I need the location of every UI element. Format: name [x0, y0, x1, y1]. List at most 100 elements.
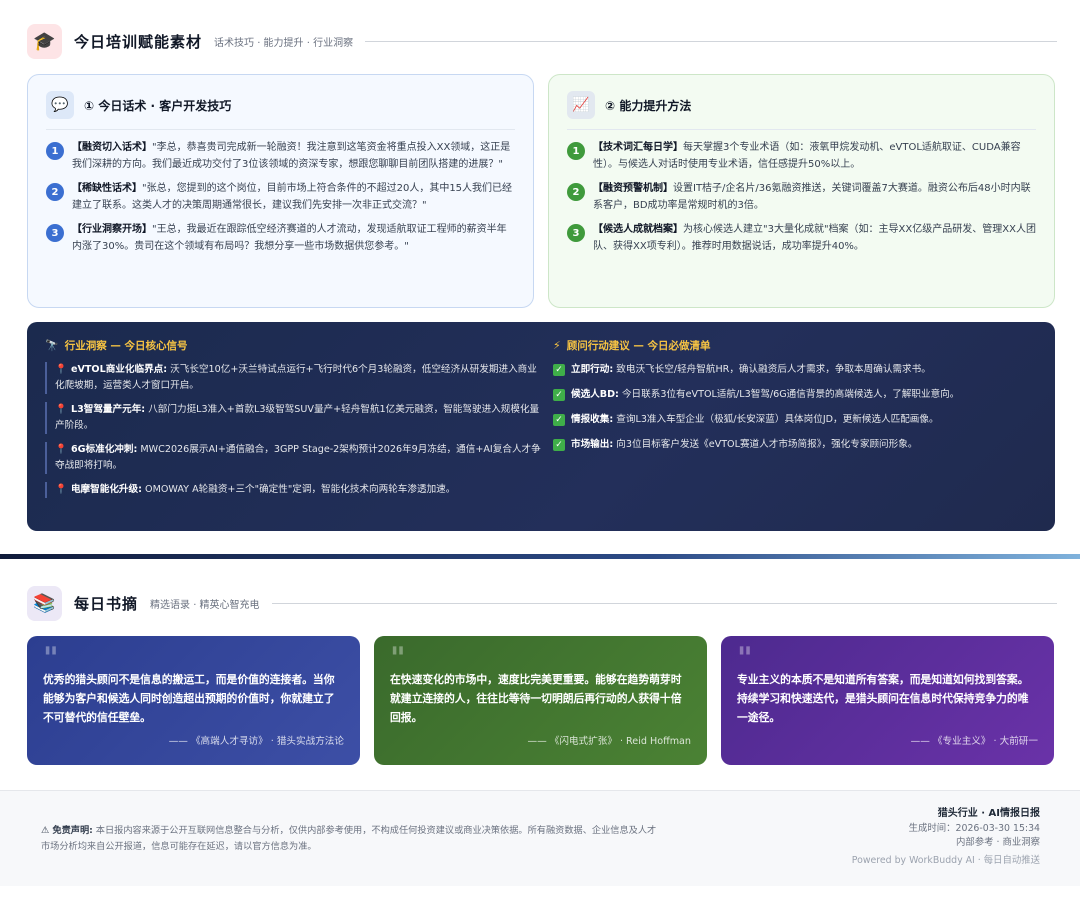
number-badge: 1 — [567, 142, 585, 160]
insight-item: 📍 L3智驾量产元年: 八部门力挺L3准入+首款L3级智驾SUV量产+轻舟智航1亿… — [45, 402, 545, 434]
quote-card: " 在快速变化的市场中，速度比完美更重要。能够在趋势萌芽时就建立连接的人，往往比… — [374, 636, 707, 765]
training-header: 🎓 今日培训赋能素材 话术技巧 · 能力提升 · 行业洞察 — [27, 24, 1057, 59]
quote-source: —— 《专业主义》 · 大前研一 — [910, 736, 1038, 747]
footer: ⚠ 免责声明: 本日报内容来源于公开互联网信息整合与分析，仅供内部参考使用，不构… — [0, 790, 1080, 886]
advice-text: 查询L3准入车型企业（极狐/长安深蓝）具体岗位JD，更新候选人匹配画像。 — [616, 414, 939, 425]
item-tag: 【融资切入话术】 — [72, 142, 152, 153]
number-badge: 3 — [567, 224, 585, 242]
quote-source: —— 《闪电式扩张》 · Reid Hoffman — [527, 736, 691, 747]
footer-meta: 猎头行业 · AI情报日报 生成时间：2026-03-30 15:34 内部参考… — [852, 807, 1040, 868]
training-subtitle: 话术技巧 · 能力提升 · 行业洞察 — [214, 38, 354, 49]
lightning-icon: ⚡ — [553, 339, 561, 352]
item-tag: 【行业洞察开场】 — [72, 224, 152, 235]
scripts-card-header: 💬 ① 今日话术 · 客户开发技巧 — [46, 91, 515, 130]
insight-item: 📍 电摩智能化升级: OMOWAY A轮融资+三个"确定性"定调，智能化技术向两轮… — [45, 482, 545, 498]
training-title: 今日培训赋能素材 — [74, 33, 203, 51]
advice-item: ✓ 立即行动: 致电沃飞长空/轻舟智航HR，确认融资后人才需求，争取本周确认需求书… — [553, 362, 1033, 378]
quote-mark-icon: " — [43, 641, 59, 676]
list-item: 1 【技术词汇每日学】每天掌握3个专业术语（如：液氧甲烷发动机、eVTOL适航取… — [567, 140, 1036, 173]
item-tag: 【候选人成就档案】 — [593, 224, 683, 235]
insight-column: 🔭 行业洞察 — 今日核心信号 📍 eVTOL商业化临界点: 沃飞长空10亿+沃兰… — [45, 338, 545, 506]
generated-time: 生成时间：2026-03-30 15:34 — [908, 822, 1040, 834]
number-badge: 2 — [567, 183, 585, 201]
number-badge: 1 — [46, 142, 64, 160]
chart-trend-icon: 📈 — [567, 91, 595, 119]
quote-source: —— 《高端人才寻访》 · 猎头实战方法论 — [168, 736, 344, 747]
insight-item: 📍 6G标准化冲刺: MWC2026展示AI+通信融合，3GPP Stage-2架… — [45, 442, 545, 474]
insight-panel: 🔭 行业洞察 — 今日核心信号 📍 eVTOL商业化临界点: 沃飞长空10亿+沃兰… — [27, 322, 1055, 531]
advice-heading: ⚡ 顾问行动建议 — 今日必做清单 — [553, 338, 1033, 353]
books-subtitle: 精选语录 · 精英心智充电 — [150, 600, 260, 611]
insight-tag: eVTOL商业化临界点: — [70, 364, 168, 375]
quote-mark-icon: " — [737, 641, 753, 676]
insight-item: 📍 eVTOL商业化临界点: 沃飞长空10亿+沃兰特试点运行+飞行时代6个月3轮融… — [45, 362, 545, 394]
insight-heading: 🔭 行业洞察 — 今日核心信号 — [45, 338, 545, 353]
checkbox-icon: ✓ — [553, 364, 565, 376]
advice-text: 今日联系3位有eVTOL适航/L3智驾/6G通信背景的高端候选人，了解职业意向。 — [621, 389, 960, 400]
books-title: 每日书摘 — [74, 595, 139, 613]
books-header: 📚 每日书摘 精选语录 · 精英心智充电 — [27, 586, 1057, 621]
speech-bubble-icon: 💬 — [46, 91, 74, 119]
disclaimer: ⚠ 免责声明: 本日报内容来源于公开互联网信息整合与分析，仅供内部参考使用，不构… — [41, 823, 661, 855]
quote-mark-icon: " — [390, 641, 406, 676]
checkbox-icon: ✓ — [553, 389, 565, 401]
skills-card-title: ② 能力提升方法 — [605, 98, 692, 113]
graduation-cap-icon: 🎓 — [27, 24, 62, 59]
item-text: 【行业洞察开场】"王总，我最近在跟踪低空经济赛道的人才流动，发现适航取证工程师的… — [72, 222, 515, 255]
quote-card: " 专业主义的本质不是知道所有答案，而是知道如何找到答案。持续学习和快速迭代，是… — [721, 636, 1054, 765]
books-icon: 📚 — [27, 586, 62, 621]
advice-item: ✓ 候选人BD: 今日联系3位有eVTOL适航/L3智驾/6G通信背景的高端候选人… — [553, 387, 1033, 403]
advice-item: ✓ 情报收集: 查询L3准入车型企业（极狐/长安深蓝）具体岗位JD，更新候选人匹配… — [553, 412, 1033, 428]
advice-tag: 立即行动: — [571, 364, 614, 375]
list-item: 2 【稀缺性话术】"张总，您提到的这个岗位，目前市场上符合条件的不超过20人，其… — [46, 181, 515, 214]
list-item: 3 【行业洞察开场】"王总，我最近在跟踪低空经济赛道的人才流动，发现适航取证工程… — [46, 222, 515, 255]
scripts-card-title: ① 今日话术 · 客户开发技巧 — [84, 98, 232, 113]
advice-column: ⚡ 顾问行动建议 — 今日必做清单 ✓ 立即行动: 致电沃飞长空/轻舟智航HR，确… — [553, 338, 1033, 462]
insight-tag: 电摩智能化升级: — [70, 484, 142, 495]
insight-title: 行业洞察 — 今日核心信号 — [64, 340, 188, 352]
checkbox-icon: ✓ — [553, 414, 565, 426]
list-item: 1 【融资切入话术】"李总，恭喜贵司完成新一轮融资！我注意到这笔资金将重点投入X… — [46, 140, 515, 173]
number-badge: 2 — [46, 183, 64, 201]
header-divider-line — [365, 41, 1057, 42]
advice-text: 向3位目标客户发送《eVTOL赛道人才市场简报》，强化专家顾问形象。 — [616, 439, 918, 450]
skills-card: 📈 ② 能力提升方法 1 【技术词汇每日学】每天掌握3个专业术语（如：液氧甲烷发… — [548, 74, 1055, 308]
item-text: 【融资切入话术】"李总，恭喜贵司完成新一轮融资！我注意到这笔资金将重点投入XX领… — [72, 140, 515, 173]
footer-scope: 内部参考 · 商业洞察 — [956, 837, 1040, 848]
advice-title: 顾问行动建议 — 今日必做清单 — [566, 340, 711, 352]
advice-text: 致电沃飞长空/轻舟智航HR，确认融资后人才需求，争取本周确认需求书。 — [616, 364, 931, 375]
powered-by: Powered by WorkBuddy AI · 每日自动推送 — [851, 854, 1040, 866]
quote-text: 优秀的猎头顾问不是信息的搬运工，而是价值的连接者。当你能够为客户和候选人同时创造… — [43, 673, 335, 724]
footer-brand: 猎头行业 · AI情报日报 — [937, 808, 1040, 819]
disclaimer-label: ⚠ 免责声明: — [41, 825, 93, 836]
quote-text: 专业主义的本质不是知道所有答案，而是知道如何找到答案。持续学习和快速迭代，是猎头… — [737, 673, 1029, 724]
item-text: 【融资预警机制】设置IT桔子/企名片/36氪融资推送，关键词覆盖7大赛道。融资公… — [593, 181, 1036, 214]
scripts-card: 💬 ① 今日话术 · 客户开发技巧 1 【融资切入话术】"李总，恭喜贵司完成新一… — [27, 74, 534, 308]
skills-card-header: 📈 ② 能力提升方法 — [567, 91, 1036, 130]
advice-tag: 市场输出: — [571, 439, 614, 450]
checkbox-icon: ✓ — [553, 439, 565, 451]
item-tag: 【融资预警机制】 — [593, 183, 673, 194]
section-divider — [0, 554, 1080, 559]
item-text: 【稀缺性话术】"张总，您提到的这个岗位，目前市场上符合条件的不超过20人，其中1… — [72, 181, 515, 214]
advice-tag: 情报收集: — [571, 414, 614, 425]
number-badge: 3 — [46, 224, 64, 242]
item-tag: 【稀缺性话术】 — [72, 183, 142, 194]
quote-card: " 优秀的猎头顾问不是信息的搬运工，而是价值的连接者。当你能够为客户和候选人同时… — [27, 636, 360, 765]
item-text: 【候选人成就档案】为核心候选人建立"3大量化成就"档案（如：主导XX亿级产品研发… — [593, 222, 1036, 255]
header-divider-line — [271, 603, 1057, 604]
item-tag: 【技术词汇每日学】 — [593, 142, 683, 153]
quote-text: 在快速变化的市场中，速度比完美更重要。能够在趋势萌芽时就建立连接的人，往往比等待… — [390, 673, 682, 724]
advice-item: ✓ 市场输出: 向3位目标客户发送《eVTOL赛道人才市场简报》，强化专家顾问形象… — [553, 437, 1033, 453]
advice-tag: 候选人BD: — [571, 389, 619, 400]
insight-text: OMOWAY A轮融资+三个"确定性"定调，智能化技术向两轮车渗透加速。 — [145, 484, 456, 495]
pin-icon: 📍 — [55, 484, 67, 495]
item-text: 【技术词汇每日学】每天掌握3个专业术语（如：液氧甲烷发动机、eVTOL适航取证、… — [593, 140, 1036, 173]
pin-icon: 📍 — [55, 404, 67, 415]
list-item: 2 【融资预警机制】设置IT桔子/企名片/36氪融资推送，关键词覆盖7大赛道。融… — [567, 181, 1036, 214]
disclaimer-text: 本日报内容来源于公开互联网信息整合与分析，仅供内部参考使用，不构成任何投资建议或… — [41, 825, 657, 852]
insight-tag: 6G标准化冲刺: — [70, 444, 138, 455]
telescope-icon: 🔭 — [45, 339, 59, 352]
insight-tag: L3智驾量产元年: — [70, 404, 146, 415]
pin-icon: 📍 — [55, 364, 67, 375]
